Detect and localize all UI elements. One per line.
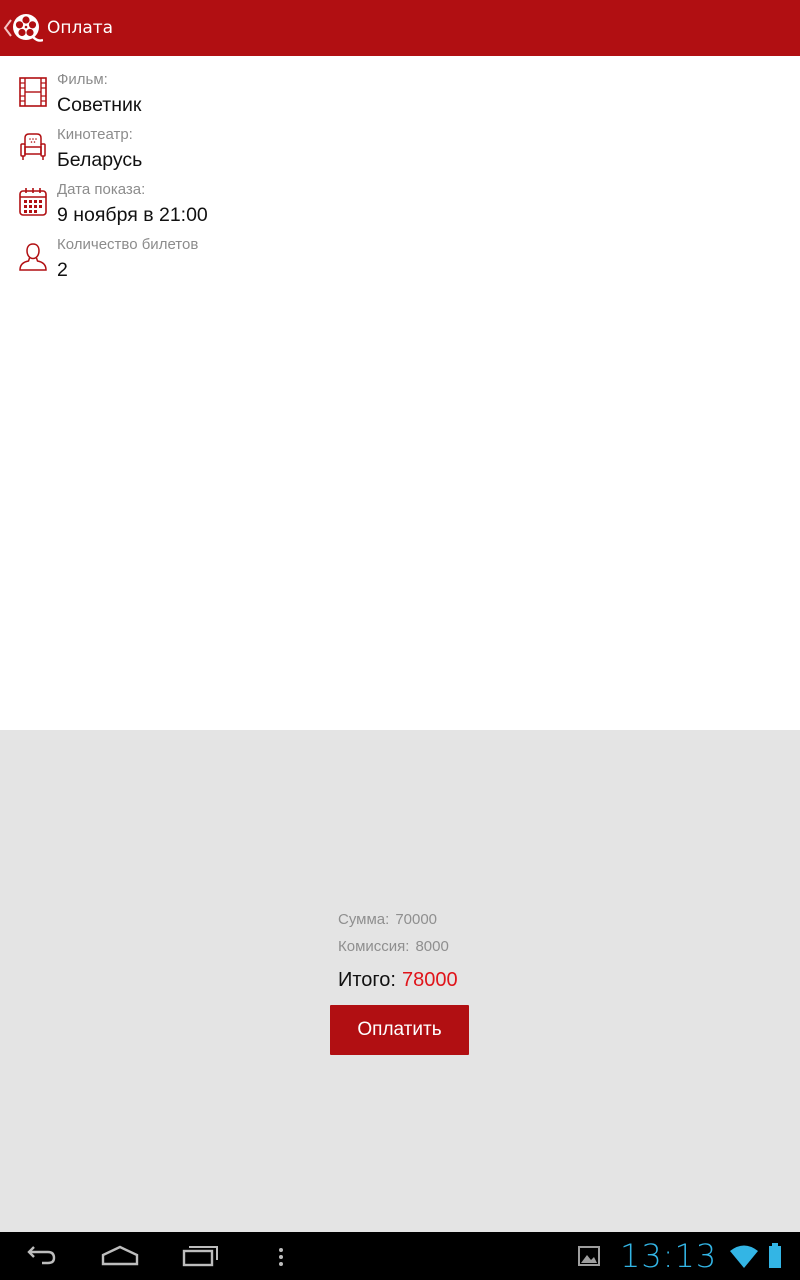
fee-label: Комиссия: bbox=[338, 938, 410, 955]
detail-row-cinema: Кинотеатр: Беларусь bbox=[0, 119, 800, 174]
film-value: Советник bbox=[57, 94, 142, 116]
pay-button[interactable]: Оплатить bbox=[330, 1005, 469, 1055]
tickets-value: 2 bbox=[57, 259, 68, 281]
tickets-label: Количество билетов bbox=[57, 236, 199, 253]
date-label: Дата показа: bbox=[57, 181, 146, 198]
film-label: Фильм: bbox=[57, 71, 108, 88]
fee-value: 8000 bbox=[415, 938, 449, 955]
gallery-notification-icon[interactable] bbox=[577, 1232, 601, 1280]
total-label: Итого: bbox=[338, 969, 396, 991]
cinema-seat-icon bbox=[20, 133, 46, 160]
app-bar: Оплата bbox=[0, 0, 800, 56]
total-line: Итого: 78000 bbox=[338, 969, 458, 992]
sum-line: Сумма: 70000 bbox=[338, 911, 437, 928]
detail-row-tickets: Количество билетов 2 bbox=[0, 229, 800, 284]
detail-row-film: Фильм: Советник bbox=[0, 64, 800, 119]
film-reel-logo-icon[interactable] bbox=[11, 12, 43, 44]
back-icon[interactable] bbox=[20, 1232, 60, 1280]
booking-details: Фильм: Советник Кинотеатр: Беларусь Дата… bbox=[0, 56, 800, 730]
payment-summary: Сумма: 70000 Комиссия: 8000 Итого: 78000 Оп… bbox=[0, 730, 800, 1232]
system-nav-bar: 13:13 bbox=[0, 1232, 800, 1280]
status-clock: 13:13 bbox=[620, 1237, 718, 1275]
cinema-label: Кинотеатр: bbox=[57, 126, 133, 143]
menu-overflow-icon[interactable] bbox=[271, 1232, 291, 1280]
total-value: 78000 bbox=[401, 969, 458, 991]
fee-line: Комиссия: 8000 bbox=[338, 938, 449, 955]
wifi-icon bbox=[730, 1245, 758, 1268]
sum-label: Сумма: bbox=[338, 911, 390, 928]
person-icon bbox=[19, 243, 47, 271]
page-title: Оплата bbox=[47, 18, 114, 38]
detail-row-date: Дата показа: 9 ноября в 21:00 bbox=[0, 174, 800, 229]
film-strip-icon bbox=[19, 77, 47, 107]
home-icon[interactable] bbox=[100, 1232, 140, 1280]
calendar-icon bbox=[19, 188, 47, 216]
date-value: 9 ноября в 21:00 bbox=[57, 204, 208, 226]
recent-apps-icon[interactable] bbox=[181, 1232, 221, 1280]
battery-icon bbox=[769, 1243, 781, 1268]
cinema-value: Беларусь bbox=[57, 149, 143, 171]
sum-value: 70000 bbox=[395, 911, 438, 928]
